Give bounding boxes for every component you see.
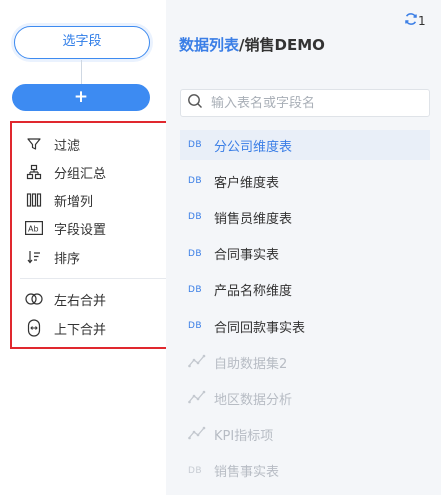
table-item-label: 地区数据分析	[214, 392, 293, 408]
self-service-dataset-icon	[188, 390, 214, 407]
refresh-icon	[404, 12, 418, 29]
table-item-label: 客户维度表	[214, 175, 280, 191]
database-table-icon: DB	[188, 248, 203, 259]
table-item[interactable]: DB 产品名称维度	[180, 275, 430, 305]
menu-item-add-column[interactable]: 新增列	[24, 189, 93, 211]
left-panel: 选字段 + 过滤 分组汇总 新增列 Ab 字段设置 排序 左右合并 上下合并	[0, 0, 182, 495]
table-item-label: 分公司维度表	[214, 139, 293, 155]
menu-item-label: 字段设置	[54, 222, 107, 238]
menu-item-sort[interactable]: 排序	[24, 246, 80, 268]
menu-item-label: 排序	[54, 251, 81, 267]
menu-item-merge-vertical[interactable]: 上下合并	[24, 317, 106, 339]
table-item-label: KPI指标项	[214, 429, 274, 445]
flow-connector	[81, 60, 82, 84]
table-item-label: 合同回款事实表	[214, 320, 306, 336]
database-table-icon: DB	[188, 140, 203, 150]
menu-item-field-settings[interactable]: Ab 字段设置	[24, 217, 106, 239]
title-package-name: /销售DEMO	[239, 36, 325, 54]
title-data-list-link[interactable]: 数据列表	[179, 36, 239, 54]
database-table-icon: DB	[188, 176, 203, 187]
search-box[interactable]	[180, 89, 430, 117]
menu-item-label: 左右合并	[54, 293, 107, 309]
menu-item-label: 上下合并	[54, 322, 107, 338]
self-service-dataset-icon	[188, 354, 214, 371]
menu-item-group-summary[interactable]: 分组汇总	[24, 161, 106, 183]
filter-icon	[24, 134, 44, 154]
table-item[interactable]: KPI指标项	[180, 420, 430, 450]
database-table-icon: DB	[188, 321, 203, 331]
menu-item-merge-horizontal[interactable]: 左右合并	[24, 288, 106, 310]
table-item[interactable]: DB 合同事实表	[180, 239, 430, 269]
table-item[interactable]: 自助数据集2	[180, 347, 430, 377]
table-item[interactable]: DB 销售事实表	[180, 456, 430, 486]
page-title: 数据列表/销售DEMO	[179, 34, 325, 55]
menu-item-label: 新增列	[54, 194, 94, 210]
menu-item-filter[interactable]: 过滤	[24, 133, 80, 155]
merge-vertical-icon	[24, 318, 44, 338]
field-settings-icon: Ab	[24, 218, 44, 238]
sort-icon	[24, 247, 44, 267]
self-service-dataset-icon	[188, 426, 214, 443]
table-item-label: 销售员维度表	[214, 211, 293, 227]
database-table-icon: DB	[188, 284, 203, 295]
svg-text:Ab: Ab	[28, 225, 39, 234]
merge-horizontal-icon	[24, 289, 44, 309]
table-item-label: 自助数据集2	[214, 356, 288, 372]
select-field-button[interactable]: 选字段	[14, 26, 150, 59]
group-summary-icon	[24, 162, 44, 182]
add-column-icon	[24, 190, 44, 210]
table-item[interactable]: DB 销售员维度表	[180, 202, 430, 232]
add-step-menu: 过滤 分组汇总 新增列 Ab 字段设置 排序 左右合并 上下合并	[10, 121, 182, 349]
table-item[interactable]: DB 客户维度表	[180, 166, 430, 196]
table-item[interactable]: DB 合同回款事实表	[180, 311, 430, 341]
table-item-label: 销售事实表	[214, 465, 280, 481]
search-input[interactable]	[211, 95, 411, 111]
database-table-icon: DB	[188, 212, 203, 223]
add-step-button[interactable]: +	[12, 84, 150, 111]
table-item-label: 产品名称维度	[214, 284, 293, 300]
menu-divider	[20, 278, 172, 279]
search-icon	[187, 93, 203, 113]
table-item-label: 合同事实表	[214, 248, 280, 264]
menu-item-label: 过滤	[54, 138, 81, 154]
table-item[interactable]: DB 分公司维度表	[180, 130, 430, 160]
refresh-button[interactable]: 1	[404, 12, 426, 29]
refresh-count: 1	[418, 13, 426, 28]
table-item[interactable]: 地区数据分析	[180, 383, 430, 413]
database-table-icon: DB	[188, 465, 203, 476]
menu-item-label: 分组汇总	[54, 166, 107, 182]
